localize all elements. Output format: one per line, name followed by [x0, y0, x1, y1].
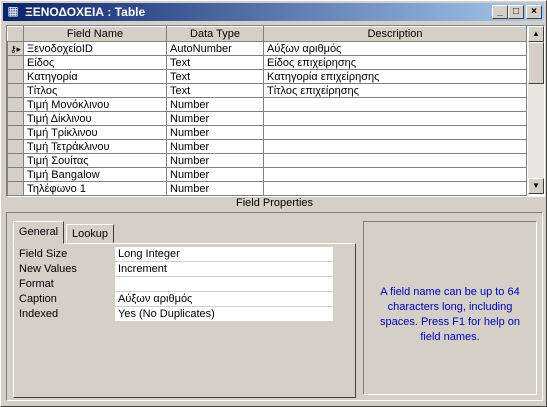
description-cell[interactable]: Είδος επιχείρησης: [263, 55, 527, 70]
scroll-up-button[interactable]: ▲: [528, 26, 544, 42]
field-name-cell[interactable]: Τιμή Bangalow: [23, 167, 167, 182]
row-selector[interactable]: [7, 167, 24, 182]
close-icon: ×: [531, 6, 537, 17]
description-cell[interactable]: Κατηγορία επιχείρησης: [263, 69, 527, 84]
field-name-cell[interactable]: Τηλέφωνο 1: [23, 181, 167, 196]
maximize-icon: □: [512, 6, 520, 17]
data-type-cell[interactable]: Number: [166, 111, 264, 126]
new-values-field[interactable]: Increment: [115, 262, 333, 276]
data-type-cell[interactable]: AutoNumber: [166, 41, 264, 56]
field-name-cell[interactable]: Κατηγορία: [23, 69, 167, 84]
table-row[interactable]: Τιμή Μονόκλινου Number: [7, 97, 527, 112]
window-title: ΞΕΝΟΔΟΧΕΙΑ : Table: [25, 5, 146, 19]
field-name-cell[interactable]: Τιμή Μονόκλινου: [23, 97, 167, 112]
column-header-description[interactable]: Description: [263, 26, 527, 42]
close-button[interactable]: ×: [526, 5, 542, 19]
table-row[interactable]: ⚷▸ ΞενοδοχείοID AutoNumber Αύξων αριθμός: [7, 41, 527, 56]
data-type-cell[interactable]: Number: [166, 181, 264, 196]
title-bar[interactable]: ▦ ΞΕΝΟΔΟΧΕΙΑ : Table _ □ ×: [3, 3, 544, 21]
description-cell[interactable]: [263, 97, 527, 112]
tab-general[interactable]: General: [13, 221, 64, 244]
table-icon[interactable]: ▦: [6, 5, 20, 18]
property-label: Indexed: [19, 308, 59, 320]
data-type-cell[interactable]: Text: [166, 55, 264, 70]
field-size-field[interactable]: Long Integer: [115, 247, 333, 261]
column-header-field-name[interactable]: Field Name: [23, 26, 167, 42]
description-cell[interactable]: [263, 125, 527, 140]
data-type-cell[interactable]: Number: [166, 167, 264, 182]
table-row[interactable]: Κατηγορία Text Κατηγορία επιχείρησης: [7, 69, 527, 84]
field-name-cell[interactable]: Τίτλος: [23, 83, 167, 98]
table-row[interactable]: Τιμή Bangalow Number: [7, 167, 527, 182]
scroll-down-button[interactable]: ▼: [528, 178, 544, 194]
property-label: Caption: [19, 293, 57, 305]
help-text: A field name can be up to 64 characters …: [379, 286, 520, 343]
minimize-icon: _: [497, 6, 503, 17]
caption-field[interactable]: Αύξων αριθμός: [115, 292, 333, 306]
column-header-data-type[interactable]: Data Type: [166, 26, 264, 42]
table-row[interactable]: Είδος Text Είδος επιχείρησης: [7, 55, 527, 70]
field-name-cell[interactable]: ΞενοδοχείοID: [23, 41, 167, 56]
help-pane: A field name can be up to 64 characters …: [363, 221, 537, 395]
field-name-cell[interactable]: Τιμή Τρίκλινου: [23, 125, 167, 140]
field-name-cell[interactable]: Τιμή Σουίτας: [23, 153, 167, 168]
field-name-cell[interactable]: Τιμή Δίκλινου: [23, 111, 167, 126]
tab-lookup[interactable]: Lookup: [66, 224, 114, 243]
field-design-grid: Field Name Data Type Description ⚷▸ Ξενοδ…: [6, 25, 545, 197]
row-selector[interactable]: [7, 69, 24, 84]
description-cell[interactable]: [263, 111, 527, 126]
row-selector-header[interactable]: [7, 26, 24, 42]
minimize-button[interactable]: _: [492, 5, 508, 19]
format-field[interactable]: [115, 277, 333, 291]
description-cell[interactable]: Τίτλος επιχείρησης: [263, 83, 527, 98]
arrow-down-icon: ▼: [532, 181, 540, 190]
indexed-field[interactable]: Yes (No Duplicates): [115, 307, 333, 321]
scroll-thumb[interactable]: [528, 42, 544, 84]
field-name-cell[interactable]: Τιμή Τετράκλινου: [23, 139, 167, 154]
field-properties-label: Field Properties: [235, 197, 314, 209]
property-label: Format: [19, 278, 54, 290]
row-selector[interactable]: [7, 181, 24, 196]
fields-table: Field Name Data Type Description ⚷▸ Ξενοδ…: [7, 26, 527, 196]
data-type-cell[interactable]: Number: [166, 153, 264, 168]
primary-key-icon: ⚷▸: [9, 43, 22, 54]
row-selector[interactable]: [7, 111, 24, 126]
data-type-cell[interactable]: Number: [166, 139, 264, 154]
data-type-cell[interactable]: Text: [166, 83, 264, 98]
table-design-window: ▦ ΞΕΝΟΔΟΧΕΙΑ : Table _ □ × Field Name Da…: [0, 0, 547, 407]
description-cell[interactable]: Αύξων αριθμός: [263, 41, 527, 56]
table-row[interactable]: Τιμή Τρίκλινου Number: [7, 125, 527, 140]
property-label: New Values: [19, 263, 77, 275]
row-selector[interactable]: [7, 125, 24, 140]
table-row[interactable]: Τιμή Σουίτας Number: [7, 153, 527, 168]
description-cell[interactable]: [263, 167, 527, 182]
description-cell[interactable]: [263, 181, 527, 196]
field-properties-pane: General Lookup Field Size Long Integer N…: [6, 212, 543, 401]
property-label: Field Size: [19, 248, 68, 260]
maximize-button[interactable]: □: [508, 5, 524, 19]
data-type-cell[interactable]: Number: [166, 97, 264, 112]
vertical-scrollbar[interactable]: ▲ ▼: [528, 26, 544, 194]
description-cell[interactable]: [263, 139, 527, 154]
row-selector[interactable]: [7, 97, 24, 112]
table-row[interactable]: Τιμή Τετράκλινου Number: [7, 139, 527, 154]
table-row[interactable]: Τίτλος Text Τίτλος επιχείρησης: [7, 83, 527, 98]
row-selector[interactable]: [7, 83, 24, 98]
row-selector[interactable]: [7, 139, 24, 154]
general-tab-panel: Field Size Long Integer New Values Incre…: [13, 243, 356, 398]
data-type-cell[interactable]: Number: [166, 125, 264, 140]
field-name-cell[interactable]: Είδος: [23, 55, 167, 70]
table-row[interactable]: Τιμή Δίκλινου Number: [7, 111, 527, 126]
data-type-cell[interactable]: Text: [166, 69, 264, 84]
row-selector[interactable]: [7, 153, 24, 168]
row-selector[interactable]: ⚷▸: [7, 41, 24, 56]
table-row[interactable]: Τηλέφωνο 1 Number: [7, 181, 527, 196]
description-cell[interactable]: [263, 153, 527, 168]
arrow-up-icon: ▲: [532, 29, 540, 38]
row-selector[interactable]: [7, 55, 24, 70]
